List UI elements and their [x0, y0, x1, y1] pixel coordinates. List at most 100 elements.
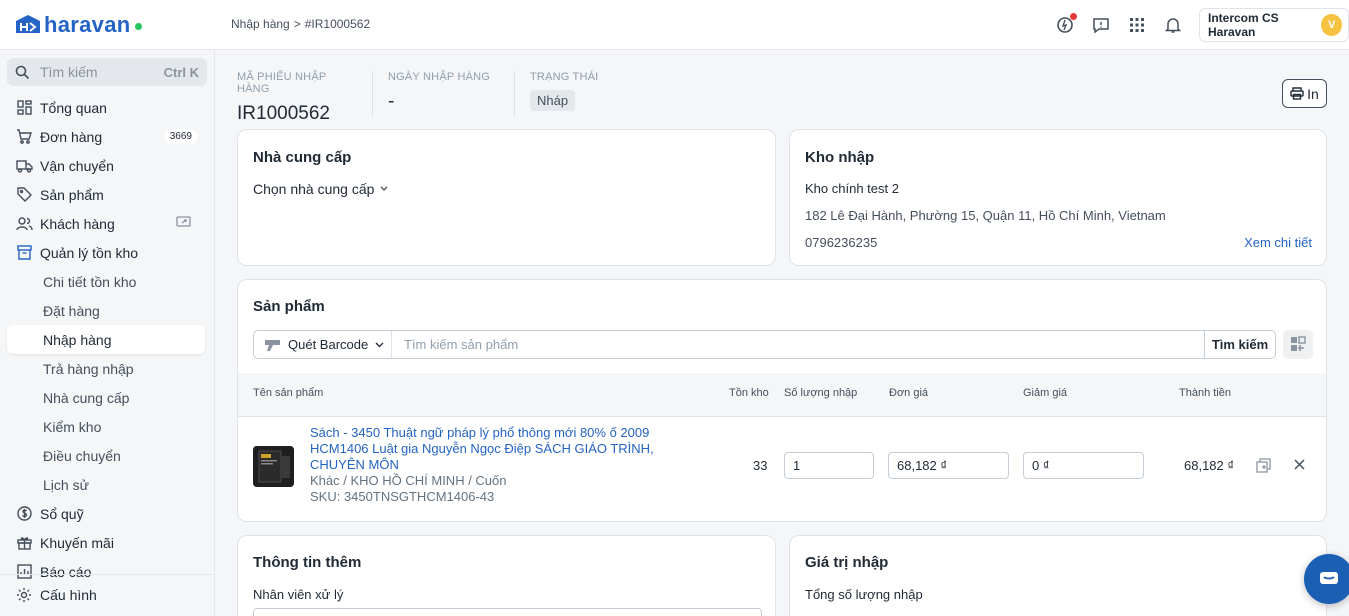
line-total: 68,182 ₫ [1184, 458, 1235, 473]
sidebar: Tìm kiếm Ctrl K Tổng quan Đơn hàng 3669 … [0, 50, 215, 616]
sidebar-item-label: Khuyến mãi [40, 534, 114, 551]
warehouse-title: Kho nhập [805, 149, 875, 166]
sidebar-item-products[interactable]: Sản phẩm [0, 180, 215, 209]
warehouse-card: Kho nhập Kho chính test 2 182 Lê Đại Hàn… [789, 129, 1327, 266]
status-badge: Nháp [530, 90, 576, 111]
receipt-code-value: IR1000562 [237, 103, 330, 124]
quantity-input[interactable]: 1 [784, 452, 874, 479]
product-name-line: CHUYÊN MÔN [310, 457, 399, 472]
warehouse-name: Kho chính test 2 [805, 181, 899, 196]
col-stock: Tồn kho [729, 387, 769, 399]
apps-grid-icon[interactable] [1119, 7, 1155, 43]
activity-icon[interactable] [1047, 7, 1083, 43]
sidebar-subitem-history[interactable]: Lịch sử [0, 470, 215, 499]
bulk-add-button[interactable] [1283, 330, 1313, 359]
warehouse-detail-link[interactable]: Xem chi tiết [1244, 235, 1312, 250]
supplier-card: Nhà cung cấp Chọn nhà cung cấp [237, 129, 776, 266]
external-screen-icon[interactable] [176, 216, 191, 232]
product-table-header: Tên sản phẩm Tồn kho Số lượng nhập Đơn g… [238, 373, 1326, 417]
breadcrumb-separator: > [293, 17, 301, 31]
sidebar-subitem-label: Lịch sử [43, 476, 89, 493]
sidebar-subitem-label: Nhà cung cấp [43, 389, 130, 406]
printer-icon [1290, 87, 1304, 100]
supplier-select[interactable]: Chọn nhà cung cấp [253, 181, 388, 197]
breadcrumb-current: #IR1000562 [304, 17, 371, 31]
sidebar-subitem-stocktake[interactable]: Kiểm kho [0, 412, 215, 441]
user-menu[interactable]: Intercom CS Haravan V [1199, 8, 1349, 42]
sidebar-item-cashbook[interactable]: Sổ quỹ [0, 499, 215, 528]
sidebar-subitem-receive-inventory[interactable]: Nhập hàng [7, 325, 205, 354]
sidebar-item-label: Sản phẩm [40, 186, 104, 203]
sidebar-item-inventory[interactable]: Quản lý tồn kho [0, 238, 215, 267]
receipt-date-value: - [388, 91, 395, 112]
sidebar-subitem-label: Nhập hàng [43, 331, 112, 348]
sidebar-item-label: Khách hàng [40, 215, 115, 232]
sidebar-item-shipping[interactable]: Vận chuyển [0, 151, 215, 180]
receipt-date-block: NGÀY NHẬP HÀNG - [388, 71, 515, 117]
haravan-logo[interactable]: haravan [14, 12, 143, 38]
duplicate-icon[interactable] [1256, 458, 1271, 476]
product-sku: SKU: 3450TNSGTHCM1406-43 [310, 489, 495, 504]
orders-count-badge: 3669 [163, 129, 198, 144]
sidebar-subitem-inventory-detail[interactable]: Chi tiết tồn kho [0, 267, 215, 296]
import-value-title: Giá trị nhập [805, 554, 889, 571]
staff-label: Nhân viên xử lý [253, 587, 344, 602]
staff-select[interactable] [253, 608, 762, 616]
product-grid-icon [1290, 336, 1306, 351]
sidebar-item-settings[interactable]: Cấu hình [0, 575, 215, 615]
sidebar-item-label: Đơn hàng [40, 128, 103, 145]
support-chat-button[interactable] [1304, 554, 1349, 604]
sidebar-subitem-label: Đặt hàng [43, 302, 100, 319]
products-card: Sản phẩm Quét Barcode Tìm kiếm sản phẩm … [237, 279, 1327, 522]
product-search-input[interactable]: Tìm kiếm sản phẩm [392, 337, 1204, 352]
unit-price-input[interactable]: 68,182 ₫ [888, 452, 1009, 479]
sidebar-subitem-purchase-order[interactable]: Đặt hàng [0, 296, 215, 325]
table-row: Sách - 3450 Thuật ngữ pháp lý phổ thông … [238, 417, 1326, 521]
sidebar-item-label: Sổ quỹ [40, 505, 84, 522]
sidebar-item-overview[interactable]: Tổng quan [0, 93, 215, 122]
sidebar-search[interactable]: Tìm kiếm Ctrl K [7, 58, 207, 86]
product-variant: Khác / KHO HỒ CHÍ MINH / Cuốn [310, 473, 507, 488]
sidebar-footer: Cấu hình [0, 574, 215, 615]
tag-icon [15, 186, 33, 204]
dollar-icon [15, 505, 33, 523]
warehouse-phone: 0796236235 [805, 235, 878, 250]
barcode-label: Quét Barcode [288, 337, 369, 352]
sidebar-subitem-suppliers[interactable]: Nhà cung cấp [0, 383, 215, 412]
extra-info-card: Thông tin thêm Nhân viên xử lý [237, 535, 776, 616]
extra-info-title: Thông tin thêm [253, 554, 362, 571]
chat-icon[interactable] [1083, 7, 1119, 43]
product-name-link[interactable]: Sách - 3450 Thuật ngữ pháp lý phổ thông … [310, 425, 670, 473]
sidebar-item-label: Cấu hình [40, 587, 97, 603]
sidebar-item-customers[interactable]: Khách hàng [0, 209, 215, 238]
col-discount: Giảm giá [1023, 387, 1068, 399]
notification-dot [1070, 13, 1077, 20]
user-name: Intercom CS Haravan [1208, 11, 1279, 39]
barcode-dropdown[interactable]: Quét Barcode [254, 331, 392, 358]
product-name-line: Sách - 3450 Thuật ngữ pháp lý phổ thông … [310, 425, 650, 440]
close-icon[interactable] [1293, 458, 1306, 474]
product-stock: 33 [753, 458, 768, 473]
online-status-dot [135, 22, 143, 30]
breadcrumb-parent[interactable]: Nhập hàng [231, 17, 290, 31]
discount-input[interactable]: 0 ₫ [1023, 452, 1144, 479]
product-search-button[interactable]: Tìm kiếm [1204, 331, 1275, 358]
search-shortcut: Ctrl K [163, 64, 199, 80]
gift-icon [15, 534, 33, 552]
sidebar-subitem-label: Chi tiết tồn kho [43, 273, 137, 290]
inventory-icon [15, 244, 33, 262]
bell-icon[interactable] [1155, 7, 1191, 43]
sidebar-subitem-label: Trả hàng nhập [43, 360, 134, 377]
dashboard-icon [15, 99, 33, 117]
sidebar-subitem-purchase-return[interactable]: Trả hàng nhập [0, 354, 215, 383]
main-content: MÃ PHIẾU NHẬP HÀNG IR1000562 NGÀY NHẬP H… [216, 50, 1349, 616]
sidebar-item-orders[interactable]: Đơn hàng 3669 [0, 122, 215, 151]
barcode-scanner-icon [265, 339, 280, 351]
receipt-status-block: TRẠNG THÁI Nháp [530, 71, 614, 117]
print-button[interactable]: In [1282, 79, 1327, 108]
sidebar-item-promotions[interactable]: Khuyến mãi [0, 528, 215, 557]
product-name-line: HCM1406 Luật gia Nguyễn Ngọc Điệp SÁCH G… [310, 441, 654, 456]
sidebar-nav: Tổng quan Đơn hàng 3669 Vận chuyển Sản p… [0, 93, 215, 586]
receipt-code-label: MÃ PHIẾU NHẬP HÀNG [237, 71, 327, 95]
sidebar-subitem-transfer[interactable]: Điều chuyển [0, 441, 215, 470]
